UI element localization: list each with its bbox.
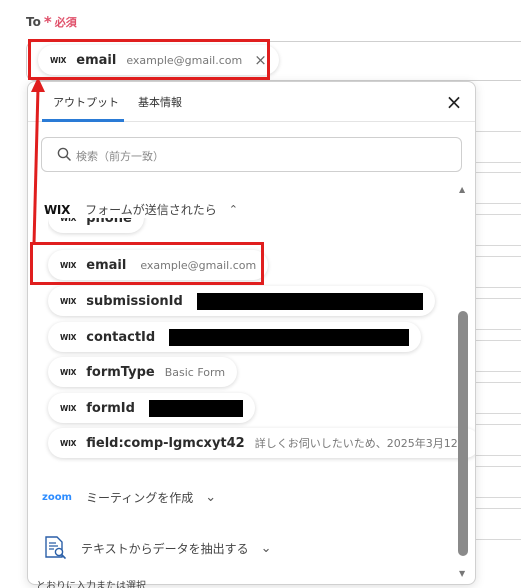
annotation-arrow (31, 77, 45, 245)
screen: To * 必須 WIX email example@gmail.com × アウ… (0, 0, 521, 588)
background-helper-text: とおりに入力または選択 (36, 581, 146, 588)
